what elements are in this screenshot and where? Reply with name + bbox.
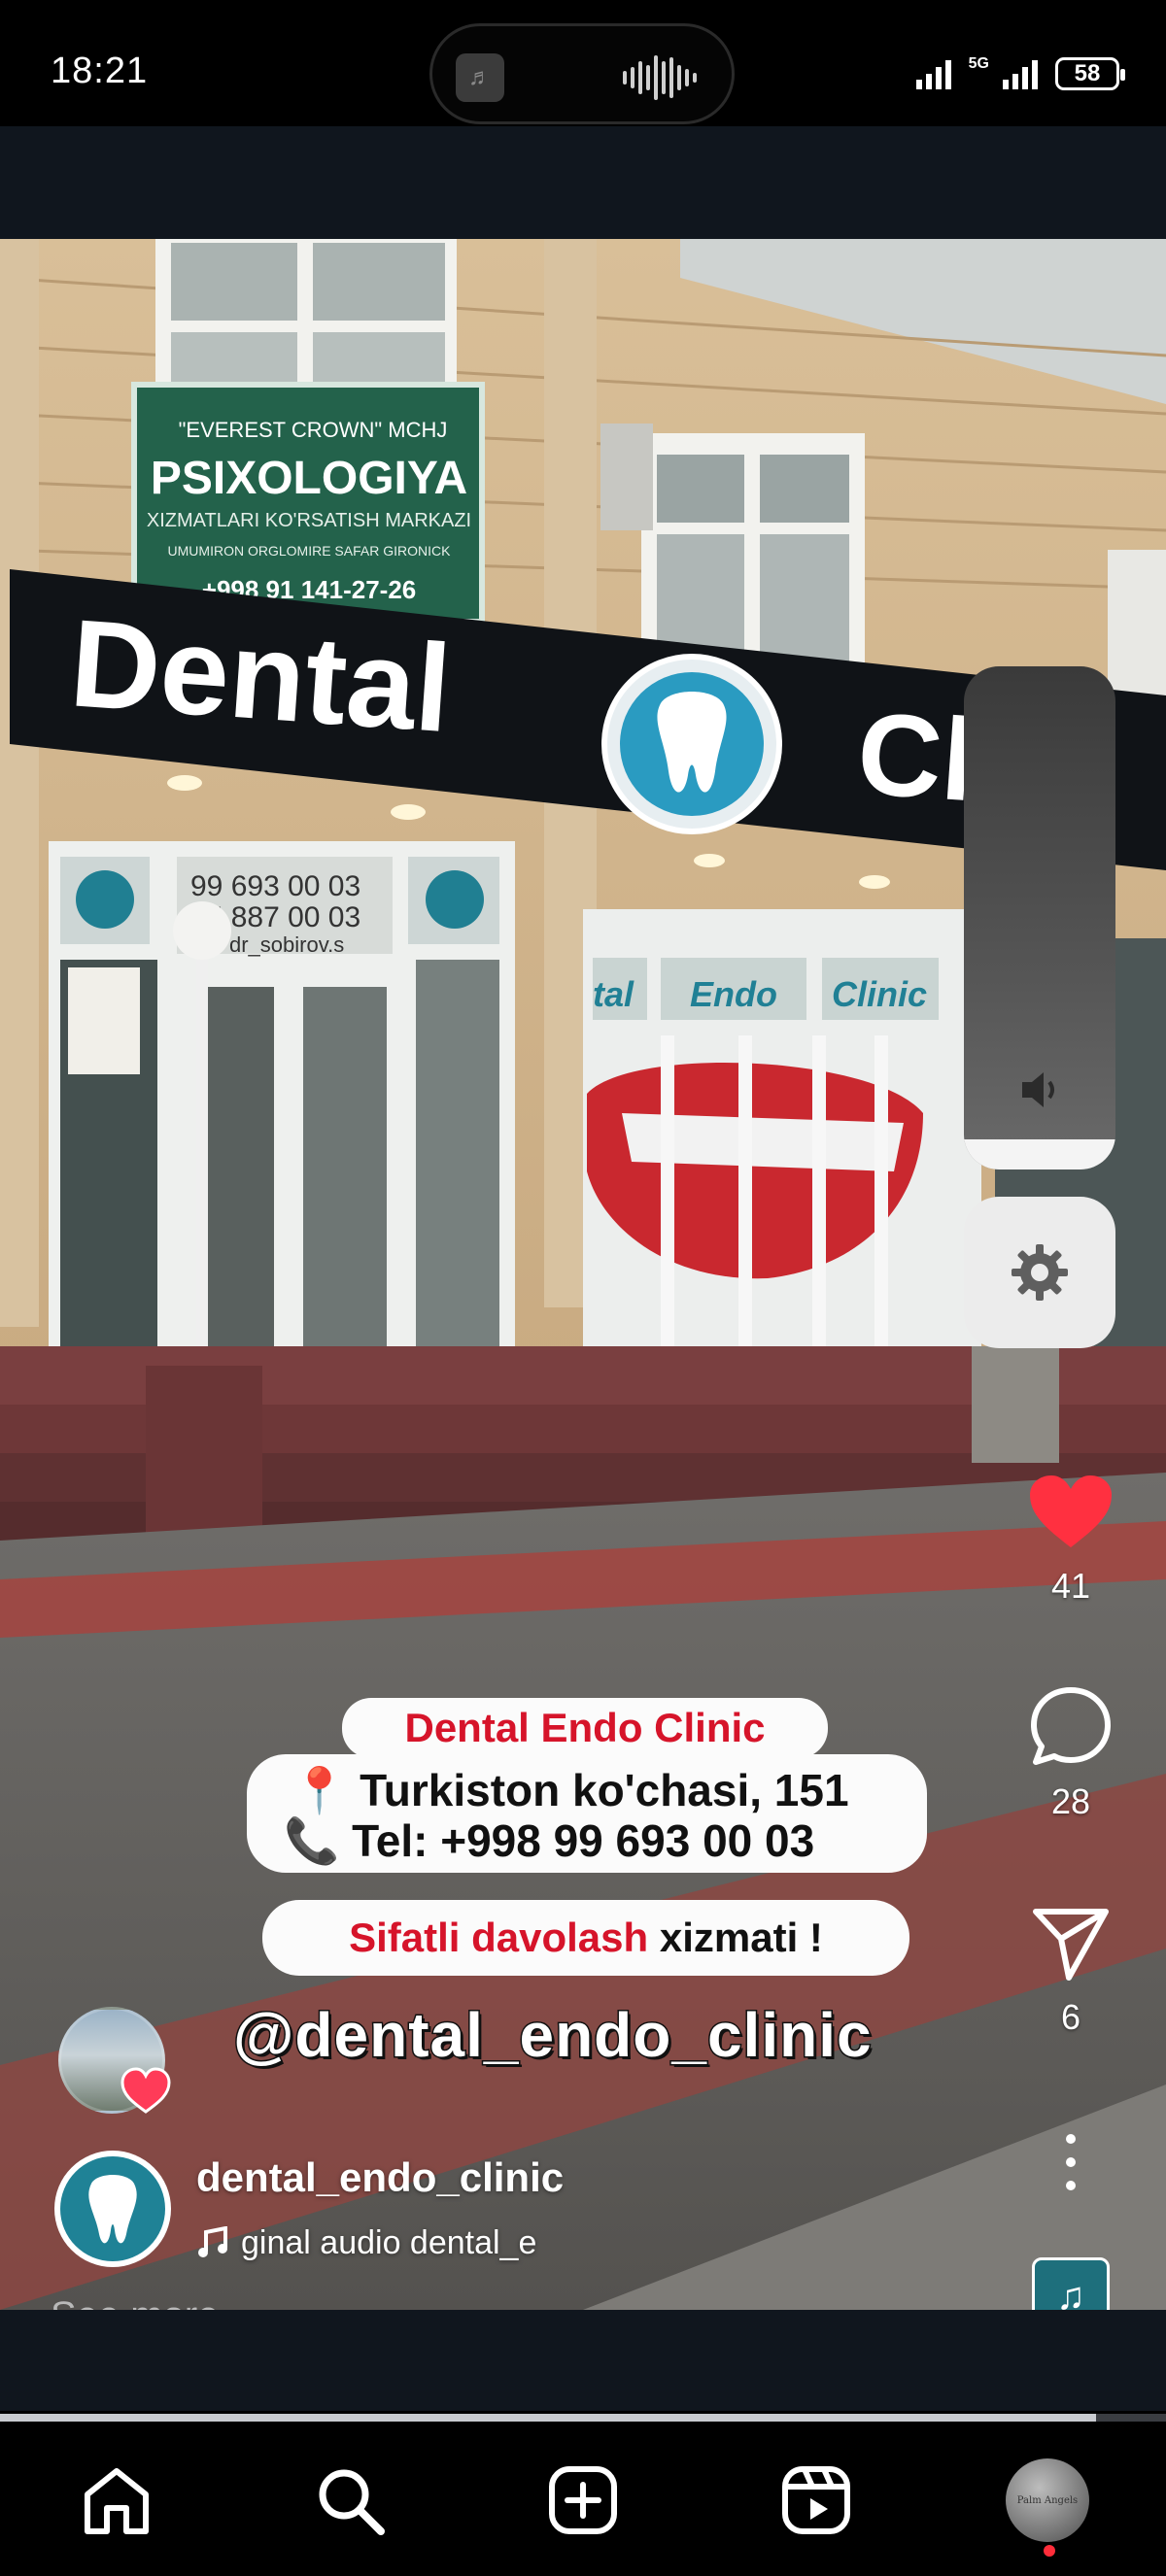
liked-heart-badge-icon (120, 2067, 171, 2114)
clinic-phone: Tel: +998 99 693 00 03 (352, 1815, 815, 1866)
send-icon (1033, 1909, 1109, 1981)
banner-dental-text: Dental (66, 593, 455, 759)
dynamic-island[interactable]: ♬ (429, 23, 735, 124)
video-progress-fill (0, 2414, 1096, 2422)
slogan-rest: xizmati ! (659, 1915, 823, 1960)
create-icon (549, 2466, 617, 2534)
top-letterbox (0, 126, 1166, 239)
volume-level (964, 1138, 1115, 1169)
gear-icon (1012, 1244, 1068, 1301)
clinic-name: Dental Endo Clinic (404, 1705, 766, 1750)
status-time: 18:21 (51, 51, 149, 91)
clinic-contact-card: 📍 Turkiston ko'chasi, 151 📞 Tel: +998 99… (247, 1754, 927, 1873)
tooth-logo-icon (88, 2175, 137, 2244)
nav-home[interactable] (68, 2452, 165, 2549)
clinic-info-card: Dental Endo Clinic (342, 1698, 828, 1758)
window-word-3: Clinic (832, 974, 927, 1014)
green-sign-header: "EVEREST CROWN" MCHJ (179, 418, 448, 442)
share-count: 6 (1060, 1997, 1081, 2037)
more-options-icon[interactable] (1051, 2127, 1090, 2197)
comment-action[interactable]: 28 (1022, 1682, 1119, 1822)
nav-profile[interactable]: Palm Angels (999, 2452, 1096, 2549)
speaker-icon (1022, 1072, 1054, 1107)
green-sign-subtitle-2: UMUMIRON ORGLOMIRE SAFAR GIRONICK (168, 543, 452, 559)
search-icon (319, 2469, 385, 2535)
signal-icon (915, 60, 951, 89)
window-word-2: Endo (690, 974, 777, 1014)
video-handle-text: @dental_endo_clinic (232, 1999, 874, 2072)
signal-icon-2 (1003, 60, 1038, 89)
share-action[interactable]: 6 (1022, 1898, 1119, 2038)
slogan-card: Sifatli davolash xizmati ! (262, 1900, 909, 1976)
nav-create[interactable] (534, 2452, 632, 2549)
window-word-1: tal (593, 974, 634, 1014)
battery-indicator: 58 (1055, 57, 1125, 90)
status-bar: 18:21 ♬ 5G 58 (0, 0, 1166, 126)
nav-reels[interactable] (768, 2452, 865, 2549)
music-note-icon (198, 2226, 227, 2257)
home-icon (85, 2468, 149, 2534)
volume-slider[interactable] (964, 666, 1115, 1169)
door-instagram: dr_sobirov.s (229, 932, 344, 957)
profile-avatar-text: Palm Angels (1016, 2494, 1079, 2506)
bottom-letterbox (0, 2310, 1166, 2411)
heart-filled-icon (1030, 1475, 1112, 1547)
video-progress-bar[interactable] (0, 2414, 1166, 2422)
comment-icon (1031, 1687, 1111, 1765)
creator-avatar[interactable] (54, 2151, 171, 2267)
audio-waveform-icon (623, 55, 697, 100)
status-indicators: 5G 58 (915, 54, 1125, 93)
creator-username[interactable]: dental_endo_clinic (196, 2154, 564, 2201)
nav-search[interactable] (301, 2452, 398, 2549)
green-sign-subtitle: XIZMATLARI KO'RSATISH MARKAZI (147, 510, 471, 531)
audio-title: ginal audio dental_e (241, 2223, 537, 2261)
green-sign-title: PSIXOLOGIYA (151, 453, 467, 504)
clinic-address: Turkiston ko'chasi, 151 (360, 1765, 849, 1815)
pin-icon: 📍 (292, 1765, 348, 1815)
reels-icon (782, 2466, 850, 2534)
settings-button[interactable] (964, 1197, 1115, 1348)
music-app-icon: ♬ (456, 53, 504, 102)
audio-attribution[interactable]: ginal audio dental_e (196, 2220, 624, 2265)
comment-count: 28 (1050, 1781, 1091, 1821)
like-action[interactable]: 41 (1022, 1467, 1119, 1607)
slogan-highlight: Sifatli davolash (349, 1915, 649, 1960)
like-count: 41 (1050, 1566, 1091, 1606)
network-type: 5G (968, 55, 989, 72)
notification-dot (1044, 2545, 1055, 2557)
profile-avatar: Palm Angels (1006, 2458, 1089, 2542)
bottom-navigation: Palm Angels (0, 2424, 1166, 2576)
door-phone-1: 99 693 00 03 (190, 870, 360, 902)
phone-icon: 📞 (284, 1815, 340, 1866)
